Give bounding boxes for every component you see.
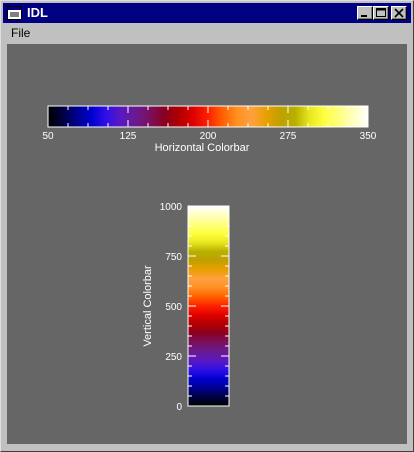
horizontal-colorbar: 50 125 200 275 350 Horizontal Colorbar [42, 105, 377, 154]
menu-bar: File [3, 24, 411, 42]
title-bar[interactable]: IDL [3, 3, 411, 23]
minimize-button[interactable] [357, 6, 373, 20]
horizontal-colorbar-title: Horizontal Colorbar [155, 142, 250, 154]
horizontal-tick-label: 350 [360, 131, 377, 142]
vertical-colorbar: 0 250 500 750 1000 Vertical Colorbar [142, 202, 230, 413]
close-button[interactable] [391, 6, 407, 20]
menu-file[interactable]: File [11, 26, 30, 40]
maximize-icon [376, 8, 386, 17]
vertical-tick-label: 250 [165, 352, 182, 363]
minimize-icon [361, 15, 367, 17]
vertical-tick-label: 500 [165, 302, 182, 313]
close-icon [394, 8, 404, 18]
vertical-tick-label: 750 [165, 252, 182, 263]
horizontal-colorbar-tick-labels: 50 125 200 275 350 [42, 131, 376, 142]
horizontal-tick-label: 200 [200, 131, 217, 142]
horizontal-tick-label: 275 [280, 131, 297, 142]
vertical-tick-label: 0 [176, 402, 182, 413]
colorbar-plot: 50 125 200 275 350 Horizontal Colorbar 0 250 5… [42, 105, 377, 413]
horizontal-tick-label: 125 [120, 131, 137, 142]
window-title: IDL [27, 5, 48, 20]
horizontal-tick-label: 50 [42, 131, 54, 142]
vertical-colorbar-title: Vertical Colorbar [142, 265, 154, 347]
graphics-canvas: 50 125 200 275 350 Horizontal Colorbar 0 250 5… [7, 44, 407, 444]
idl-window: IDL File 50 125 200 275 350 Horizontal C… [0, 0, 414, 452]
vertical-tick-label: 1000 [160, 202, 183, 213]
maximize-button[interactable] [373, 6, 389, 20]
idl-window-icon[interactable] [7, 6, 22, 20]
vertical-colorbar-tick-labels: 0 250 500 750 1000 [160, 202, 183, 413]
